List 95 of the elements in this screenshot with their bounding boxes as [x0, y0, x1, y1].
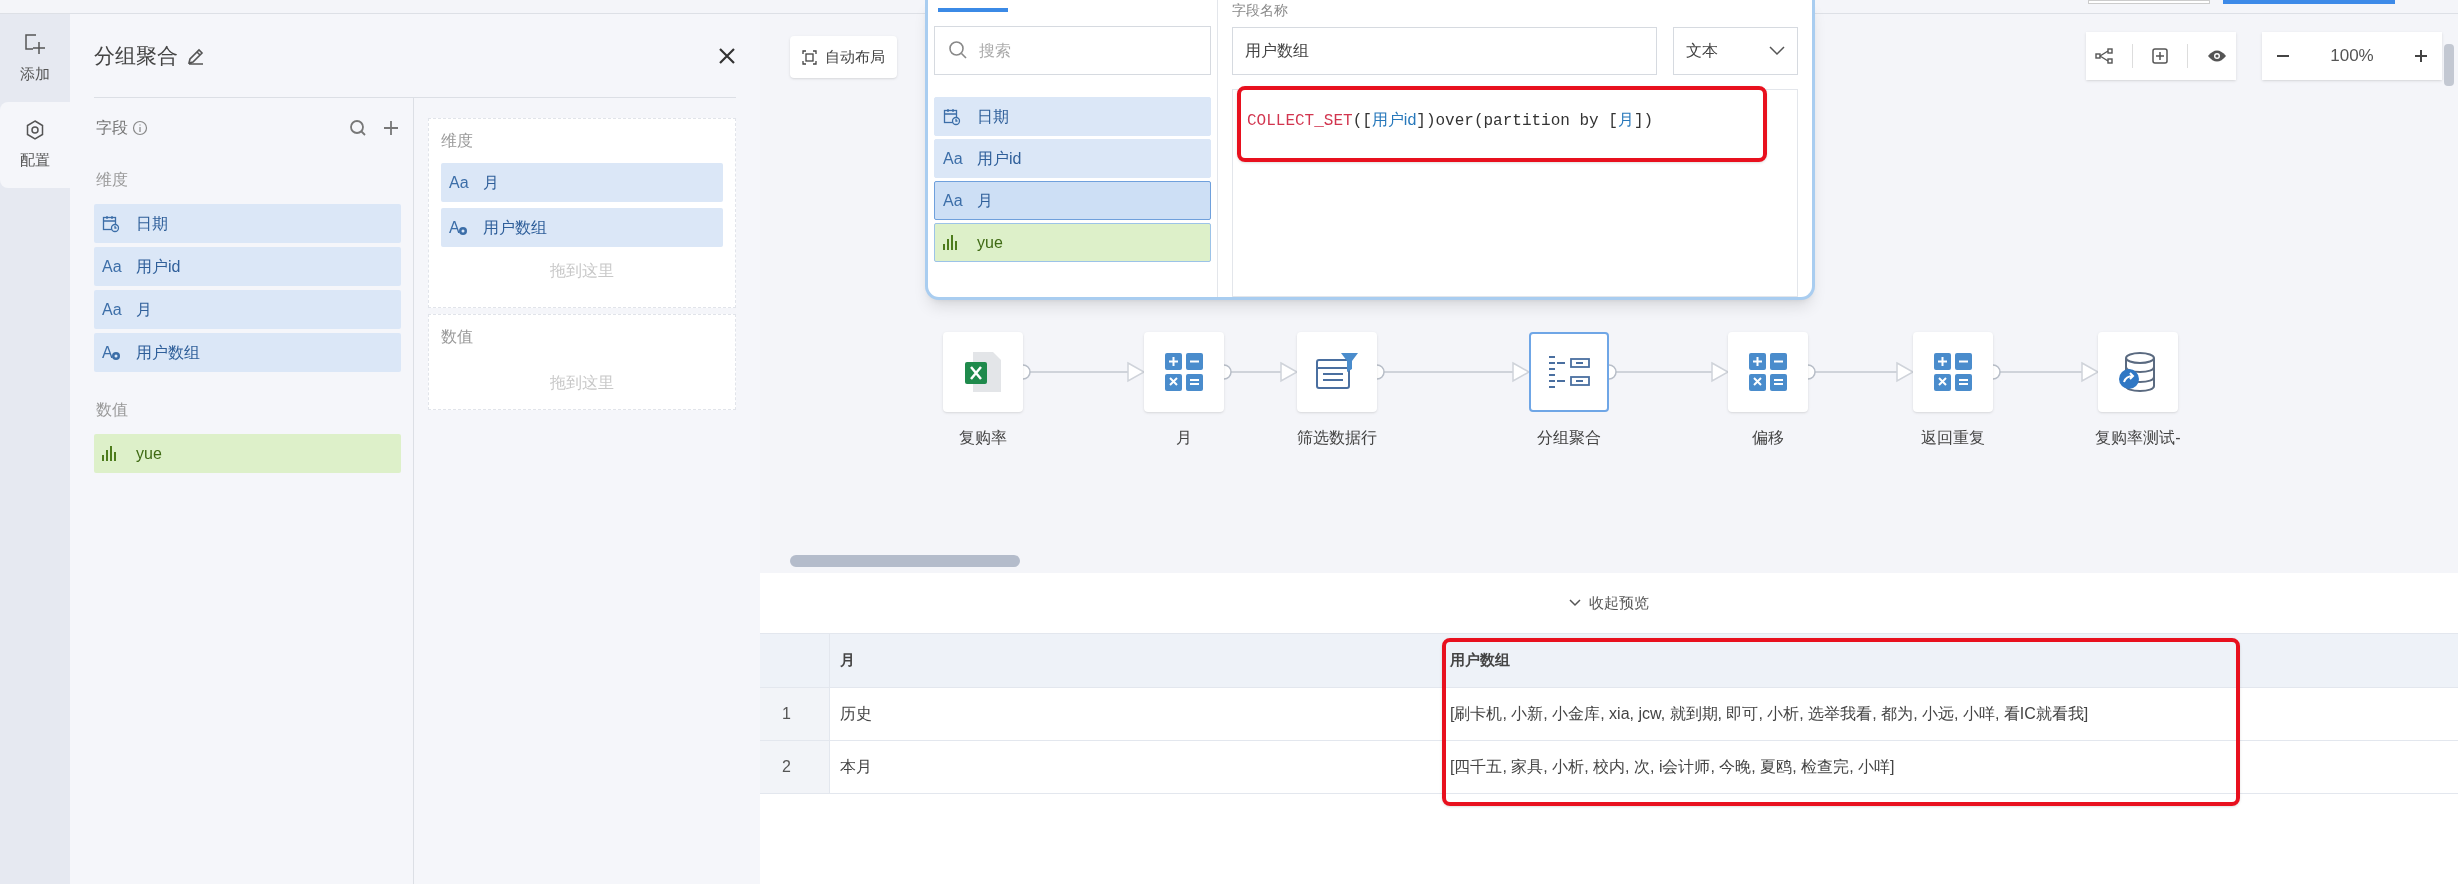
group-aggregate-icon [1547, 354, 1591, 390]
formula-text: COLLECT_SET([用户id])over(partition by [月]) [1247, 110, 1654, 132]
table-cell-text: 本月 [839, 757, 873, 777]
calculator-icon [1748, 352, 1788, 392]
formula-editor[interactable]: COLLECT_SET([用户id])over(partition by [月]) [1232, 89, 1798, 297]
auto-layout-button[interactable]: 自动布局 [790, 36, 897, 78]
field-name: 用户数组 [483, 217, 547, 238]
field-name: 用户数组 [136, 342, 200, 363]
search-icon [948, 40, 968, 60]
panel-title: 分组聚合 [94, 42, 178, 69]
field-name: 月 [483, 172, 499, 193]
layout-icon [802, 49, 817, 65]
close-icon[interactable] [718, 46, 736, 65]
search-field[interactable]: 搜索 [934, 26, 1211, 75]
field-chip[interactable]: A 用户数组 [94, 333, 401, 372]
bar-chart-icon [943, 235, 958, 250]
rail-item[interactable]: 添加 [0, 16, 70, 102]
field-chip[interactable]: Aa 用户id [934, 139, 1211, 178]
row-number: 2 [760, 741, 830, 793]
type-dropdown[interactable]: 文本 [1673, 27, 1798, 75]
eye-icon[interactable] [2206, 49, 2227, 63]
node-label: 复购率 [959, 428, 1007, 448]
flow-node[interactable] [943, 332, 1023, 412]
chevron-down-icon [1569, 599, 1581, 607]
field-chip[interactable]: A 用户数组 [441, 208, 723, 247]
calculator-icon [1164, 352, 1204, 392]
flow-node[interactable] [1144, 332, 1224, 412]
fields-label: 字段 [96, 118, 128, 138]
field-chip[interactable]: yue [94, 434, 401, 473]
node-label: 分组聚合 [1537, 428, 1601, 448]
node-label: 月 [1176, 428, 1192, 448]
zone-label: 数值 [441, 327, 474, 347]
calendar-icon [943, 107, 961, 126]
add-icon[interactable] [383, 120, 399, 136]
field-chip[interactable]: Aa 月 [441, 163, 723, 202]
branch-icon[interactable] [2095, 47, 2114, 65]
text-type-glyph: Aa [943, 148, 963, 169]
zone-label: 维度 [441, 131, 474, 151]
text-type-glyph: Aa [102, 256, 122, 277]
field-chip[interactable]: Aa 月 [934, 181, 1211, 220]
type-value: 文本 [1686, 41, 1718, 61]
row-number: 1 [760, 688, 830, 740]
database-icon [2118, 351, 2158, 393]
field-name: 用户id [977, 148, 1022, 169]
vertical-scrollbar[interactable] [2444, 44, 2454, 86]
node-label: 返回重复 [1921, 428, 1985, 448]
text-type-glyph: Aa [102, 299, 122, 320]
node-label: 筛选数据行 [1297, 428, 1377, 448]
group-label: 维度 [95, 170, 129, 190]
flow-node[interactable] [1913, 332, 1993, 412]
text-type-glyph: Aa [943, 190, 963, 211]
node-label: 偏移 [1752, 428, 1784, 448]
add-note-icon[interactable] [2150, 47, 2169, 65]
table-cell-text: 历史 [839, 704, 873, 724]
settings-icon [24, 118, 46, 141]
field-chip[interactable]: Aa 月 [94, 290, 401, 329]
column-header: 月 [839, 650, 856, 671]
field-name-label: 字段名称 [1232, 2, 1289, 18]
flow-node[interactable] [1728, 332, 1808, 412]
text-type-glyph: Aa [449, 172, 469, 193]
info-icon[interactable] [132, 120, 148, 136]
flow-node[interactable] [1529, 332, 1609, 412]
calculator-icon [1933, 352, 1973, 392]
field-name: 月 [136, 299, 152, 320]
group-label: 数值 [95, 400, 129, 420]
tab-indicator [938, 8, 1008, 12]
table-cell-text: [四千五, 家具, 小析, 校内, 次, i会计师, 今晚, 夏鸥, 检查完, 小咩] [1449, 757, 1896, 777]
collapse-preview-button[interactable]: 收起预览 [1569, 591, 1649, 615]
spreadsheet-file-icon [963, 350, 1003, 394]
bar-chart-icon [102, 446, 117, 461]
search-icon[interactable] [349, 119, 367, 137]
field-name: 日期 [977, 106, 1009, 127]
filter-table-icon [1315, 352, 1359, 392]
chevron-down-icon [1769, 46, 1785, 56]
table-cell-text: [刷卡机, 小新, 小金库, xia, jcw, 就到期, 即可, 小析, 选举我看, 都为, 小远, 小咩, 看IC就看我] [1449, 704, 2090, 724]
field-name: yue [977, 232, 1003, 253]
zoom-in-icon[interactable] [2414, 49, 2428, 63]
horizontal-scrollbar[interactable] [790, 555, 1020, 567]
field-name: 日期 [136, 213, 168, 234]
zoom-level: 100% [2330, 45, 2374, 68]
add-node-icon [24, 32, 46, 55]
field-name: 月 [977, 190, 993, 211]
field-name: yue [136, 443, 162, 464]
calendar-icon [102, 214, 120, 233]
flow-node[interactable] [2098, 332, 2178, 412]
field-chip[interactable]: yue [934, 223, 1211, 262]
column-header: 用户数组 [1449, 650, 1511, 671]
field-chip[interactable]: Aa 用户id [94, 247, 401, 286]
field-chip[interactable]: 日期 [94, 204, 401, 243]
field-chip[interactable]: 日期 [934, 97, 1211, 136]
flow-node[interactable] [1297, 332, 1377, 412]
rail-item[interactable]: 配置 [0, 102, 70, 188]
field-name: 用户id [136, 256, 181, 277]
node-label: 复购率测试- [2095, 428, 2181, 448]
field-name-input[interactable]: 用户数组 [1232, 27, 1657, 75]
